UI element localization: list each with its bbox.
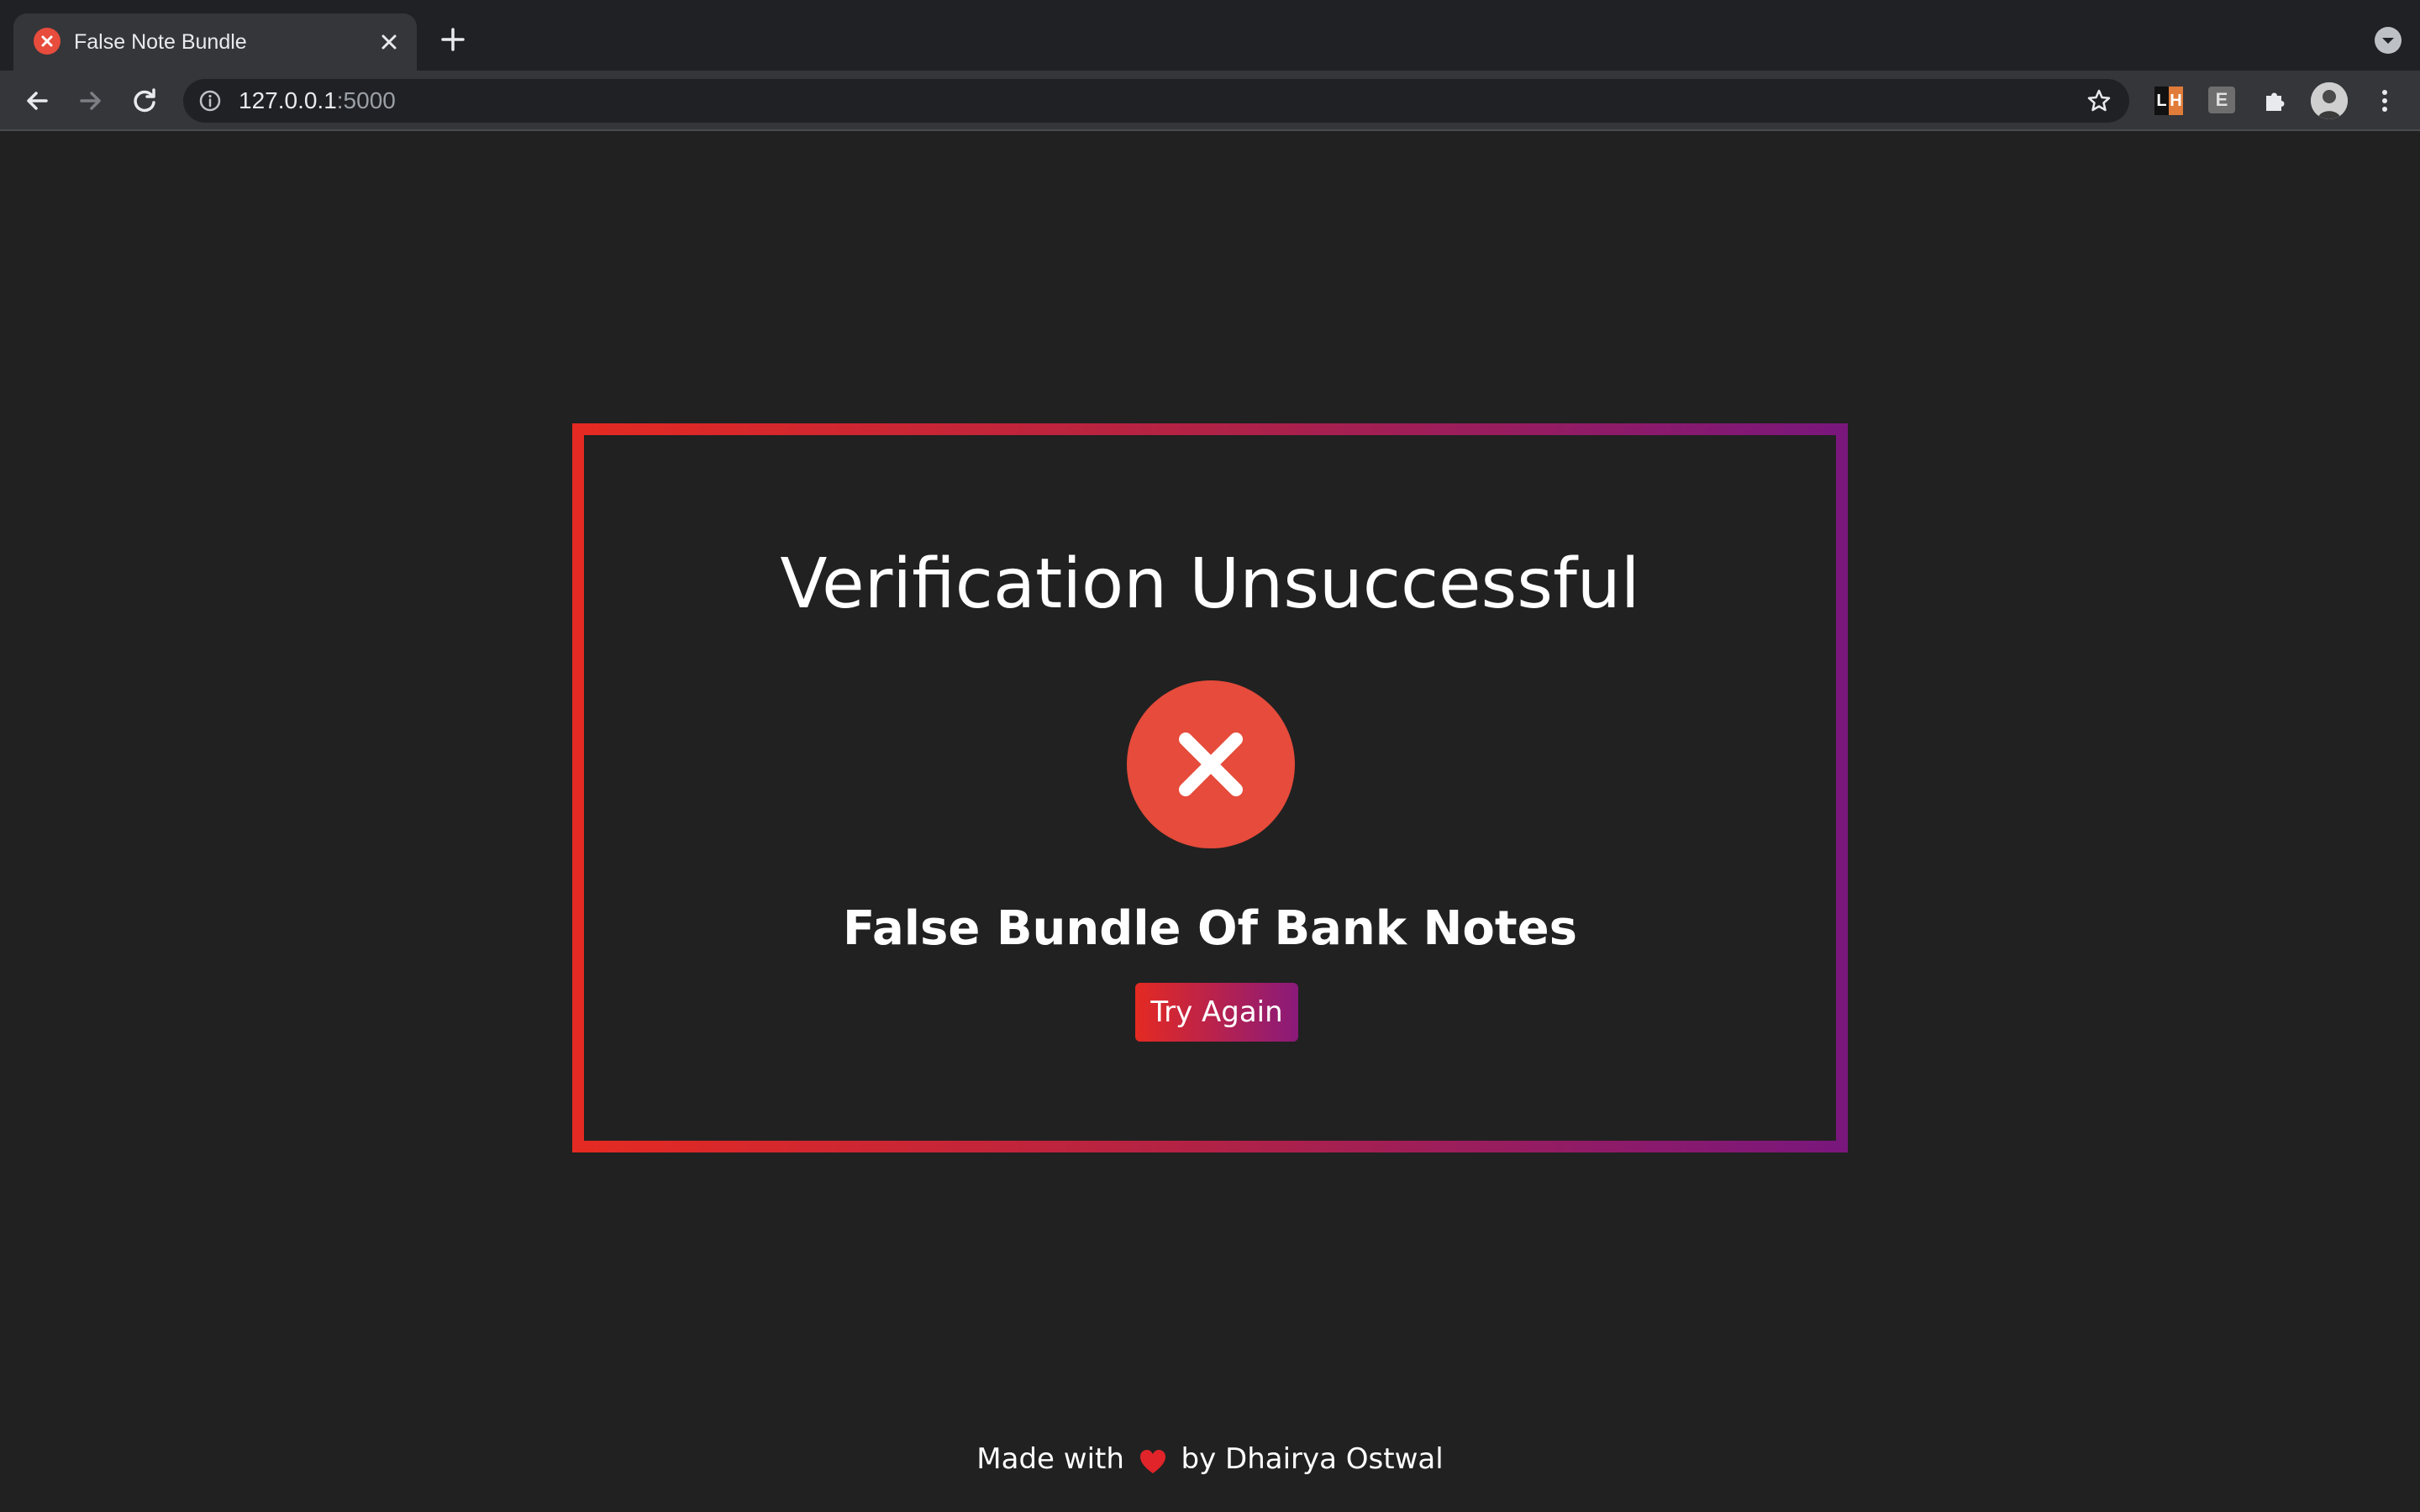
footer-credit: Made with by Dhairya Ostwal [0, 1438, 2420, 1480]
footer-author: by Dhairya Ostwal [1181, 1442, 1444, 1476]
url-port: :5000 [336, 87, 396, 113]
forward-arrow-icon[interactable] [74, 84, 108, 118]
bookmark-star-icon[interactable] [2086, 87, 2112, 114]
lighthouse-extension-icon[interactable]: L H [2154, 87, 2183, 115]
tab-strip: False Note Bundle [0, 0, 2420, 71]
url-host: 127.0.0.1 [239, 87, 337, 113]
url-text: 127.0.0.1:5000 [239, 87, 396, 115]
x-circle-icon [1127, 680, 1295, 848]
result-card: Verification Unsuccessful False Bundle O… [572, 423, 1848, 1152]
address-bar[interactable]: 127.0.0.1:5000 [183, 79, 2129, 123]
browser-tab[interactable]: False Note Bundle [13, 13, 417, 71]
extension-h-label: H [2169, 87, 2183, 115]
footer-prefix: Made with [976, 1442, 1124, 1476]
reload-icon[interactable] [128, 84, 161, 118]
result-message: False Bundle Of Bank Notes [843, 901, 1577, 956]
site-info-icon[interactable] [198, 89, 222, 113]
page-title: Verification Unsuccessful [780, 544, 1640, 624]
back-arrow-icon[interactable] [20, 84, 54, 118]
tab-close-icon[interactable] [376, 29, 402, 55]
profile-avatar[interactable] [2311, 82, 2348, 119]
page-content: Verification Unsuccessful False Bundle O… [0, 131, 2420, 1512]
more-options-icon[interactable] [2368, 84, 2402, 118]
extension-l-label: L [2154, 87, 2169, 115]
heart-icon [1139, 1445, 1167, 1473]
extensions-puzzle-icon[interactable] [2260, 86, 2291, 116]
tab-title: False Note Bundle [74, 30, 247, 54]
try-again-button[interactable]: Try Again [1135, 983, 1298, 1042]
browser-toolbar: 127.0.0.1:5000 L H E [0, 71, 2420, 131]
e-extension-icon[interactable]: E [2208, 87, 2235, 113]
tab-search-chevron-icon[interactable] [2375, 27, 2402, 54]
new-tab-plus-icon[interactable] [439, 25, 467, 54]
tab-favicon-error-icon [34, 28, 60, 55]
